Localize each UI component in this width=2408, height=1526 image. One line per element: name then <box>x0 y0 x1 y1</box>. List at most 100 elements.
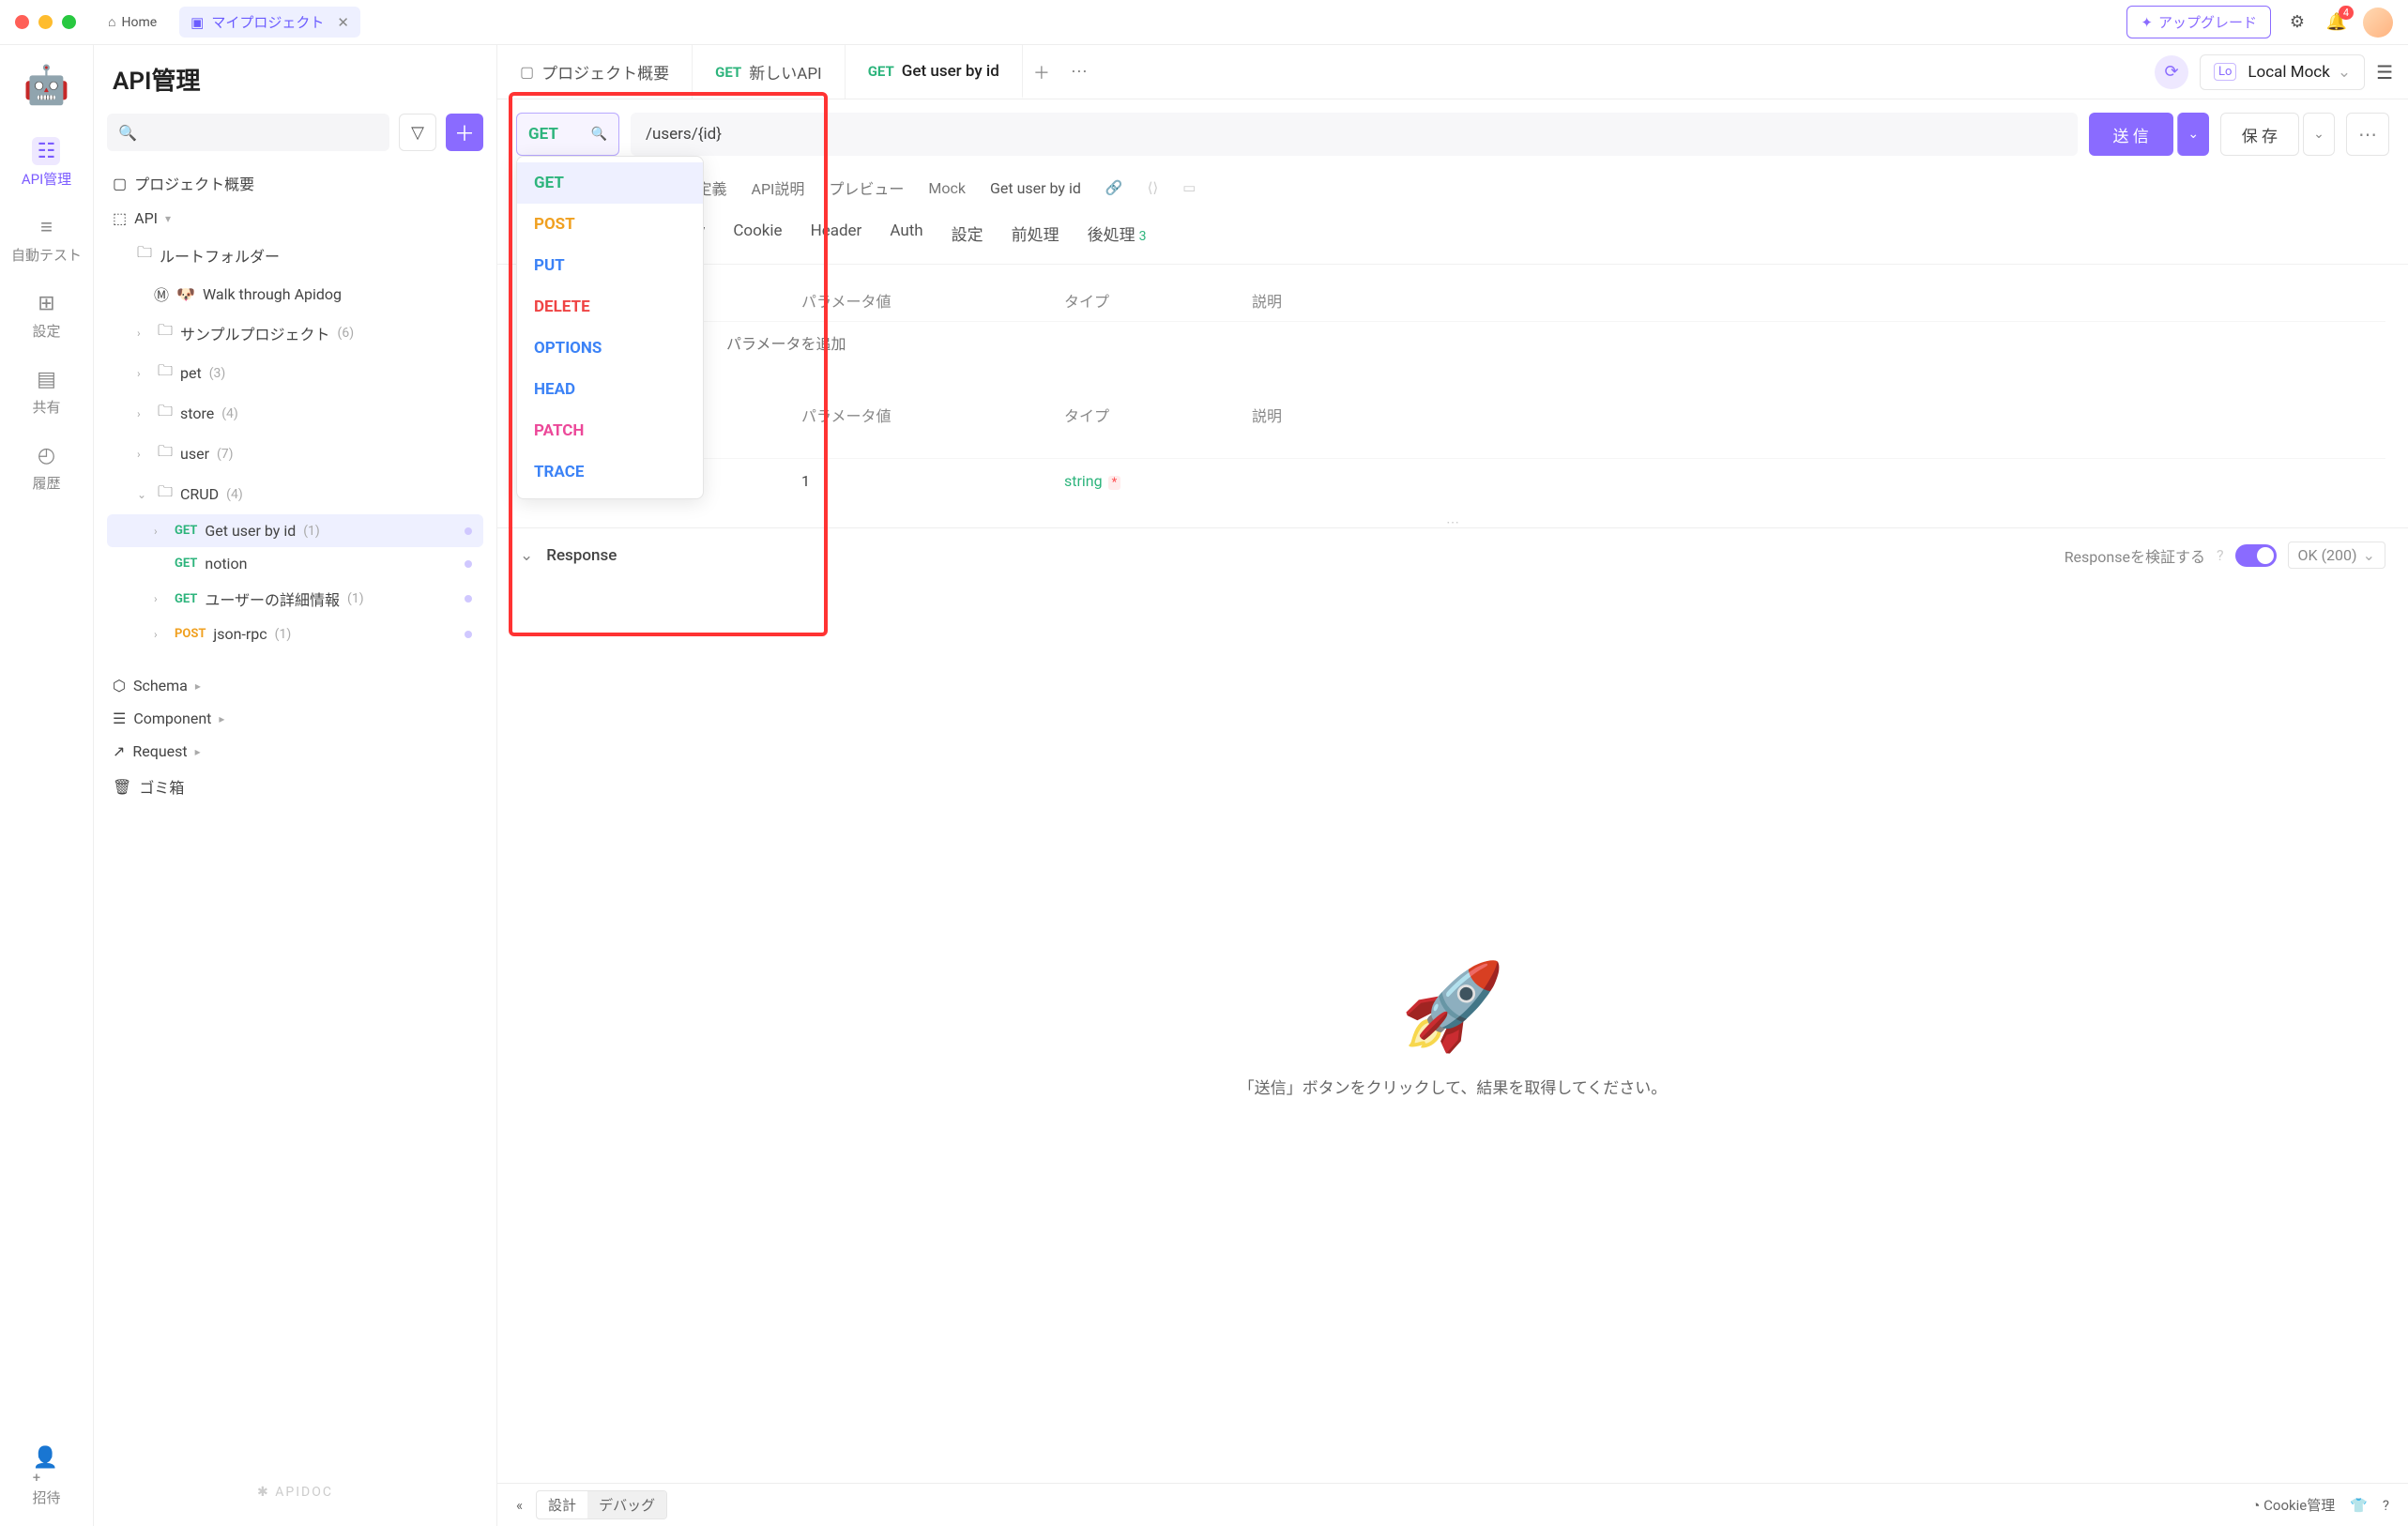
subtab-preview[interactable]: プレビュー <box>829 176 904 199</box>
tree-endpoint[interactable]: ›POSTjson-rpc(1) <box>107 618 483 650</box>
upgrade-button[interactable]: ✦ アップグレード <box>2126 6 2271 38</box>
cookie-icon: ◔ <box>2251 1497 2260 1514</box>
tree-root-folder[interactable]: 🗀ルートフォルダー <box>107 235 483 275</box>
query-add-row[interactable] <box>520 321 2385 366</box>
more-button[interactable]: ⋯ <box>2346 113 2389 156</box>
method-option-trace[interactable]: TRACE <box>517 451 703 493</box>
rail-api[interactable]: ☷API管理 <box>22 137 71 189</box>
cookie-manage-button[interactable]: ◔ Cookie管理 <box>2251 1495 2335 1515</box>
tree-folder[interactable]: ⌄🗀CRUD(4) <box>107 474 483 514</box>
urlbar-row: GET 🔍 /users/{id} 送 信 ⌄ 保 存 ⌄ ⋯ GETPOSTP… <box>497 99 2408 169</box>
add-param-input[interactable] <box>726 335 970 353</box>
close-tab-icon[interactable]: ✕ <box>337 14 349 31</box>
tree-schema[interactable]: ⬡Schema▸ <box>107 669 483 702</box>
tab-overview[interactable]: ▢プロジェクト概要 <box>497 45 693 99</box>
chevron-down-icon[interactable]: ⌄ <box>520 546 533 565</box>
tree-endpoint[interactable]: GETnotion <box>107 547 483 580</box>
tree-request[interactable]: ↗Request▸ <box>107 735 483 768</box>
chevron-down-icon: ⌄ <box>2363 546 2375 564</box>
rail-settings[interactable]: ⊞設定 <box>32 289 60 341</box>
tree-component[interactable]: ☰Component▸ <box>107 702 483 735</box>
tab-new-api[interactable]: GET新しいAPI <box>693 45 846 99</box>
panel-toggle-button[interactable]: ☰ <box>2376 61 2393 84</box>
save-dropdown-button[interactable]: ⌄ <box>2303 113 2335 156</box>
method-option-post[interactable]: POST <box>517 204 703 245</box>
chevron-right-icon: › <box>137 407 150 420</box>
tree-label: Request <box>132 742 187 760</box>
reqtab-post[interactable]: 後処理3 <box>1088 221 1147 254</box>
method-option-patch[interactable]: PATCH <box>517 410 703 451</box>
method-option-delete[interactable]: DELETE <box>517 286 703 328</box>
app-logo: 🤖 <box>24 62 69 107</box>
subtabs: e定義 API説明 プレビュー Mock Get user by id 🔗 ⟨⟩… <box>497 169 2408 212</box>
param-value[interactable]: 1 <box>801 472 1064 490</box>
method-select[interactable]: GET 🔍 <box>516 113 619 156</box>
tree-trash[interactable]: 🗑ゴミ箱 <box>107 768 483 805</box>
collapse-icon[interactable]: « <box>516 1497 523 1514</box>
avatar[interactable] <box>2363 8 2393 38</box>
url-input[interactable]: /users/{id} <box>631 113 2078 156</box>
env-select[interactable]: LoLocal Mock⌄ <box>2200 54 2365 90</box>
home-button[interactable]: ⌂ Home <box>97 8 168 36</box>
notifications-button[interactable]: 🔔 4 <box>2324 9 2350 36</box>
tree-walk[interactable]: Ⓜ🐶Walk through Apidog <box>107 275 483 313</box>
rail-autotest[interactable]: ≡自動テスト <box>11 213 82 265</box>
mode-design[interactable]: 設計 <box>537 1491 587 1518</box>
response-status-select[interactable]: OK (200)⌄ <box>2288 542 2385 569</box>
validate-toggle[interactable] <box>2235 544 2277 567</box>
response-resize-handle[interactable]: ⋯ <box>497 518 2408 527</box>
method-option-get[interactable]: GET <box>517 162 703 204</box>
shirt-icon[interactable]: 👕 <box>2350 1497 2368 1514</box>
tree-folder[interactable]: ›🗀store(4) <box>107 393 483 434</box>
tree-overview[interactable]: ▢プロジェクト概要 <box>107 164 483 202</box>
tree-folder[interactable]: ›🗀user(7) <box>107 434 483 474</box>
link-icon[interactable]: 🔗 <box>1105 179 1123 196</box>
help-icon[interactable]: ? <box>2383 1497 2389 1514</box>
add-tab-button[interactable]: ＋ <box>1023 60 1060 84</box>
reqtab-cookie[interactable]: Cookie <box>733 221 782 254</box>
method-option-options[interactable]: OPTIONS <box>517 328 703 369</box>
save-button[interactable]: 保 存 <box>2220 113 2299 156</box>
project-tab[interactable]: ▣ マイプロジェクト ✕ <box>179 7 360 38</box>
tabs-more-button[interactable]: ⋯ <box>1060 62 1098 82</box>
tree-folder[interactable]: ›🗀サンプルプロジェクト(6) <box>107 313 483 353</box>
path-param-row[interactable]: ✓ id 1 string* <box>520 458 2385 503</box>
tree-label: プロジェクト概要 <box>134 172 254 194</box>
rail-share[interactable]: ▤共有 <box>32 365 60 417</box>
rail-invite[interactable]: 👤⁺招待 <box>32 1456 60 1507</box>
send-dropdown-button[interactable]: ⌄ <box>2177 113 2209 156</box>
tree-count: (1) <box>303 524 320 539</box>
method-option-head[interactable]: HEAD <box>517 369 703 410</box>
reqtab-header[interactable]: Header <box>811 221 862 254</box>
tree-folder[interactable]: ›🗀pet(3) <box>107 353 483 393</box>
rail-history[interactable]: ◴履歴 <box>32 441 60 493</box>
minimize-window-icon[interactable] <box>38 15 53 29</box>
subtab-apidesc[interactable]: API説明 <box>752 176 805 199</box>
code-icon[interactable]: ⟨⟩ <box>1148 179 1159 196</box>
tree-api-root[interactable]: ⬚API▾ <box>107 202 483 235</box>
search-input[interactable]: 🔍 <box>107 114 389 151</box>
env-refresh-button[interactable]: ⟳ <box>2155 55 2188 89</box>
reqtab-pre[interactable]: 前処理 <box>1012 221 1059 254</box>
filter-button[interactable]: ▽ <box>399 114 436 151</box>
close-window-icon[interactable] <box>15 15 29 29</box>
reqtab-settings[interactable]: 設定 <box>952 221 983 254</box>
settings-button[interactable]: ⚙ <box>2284 9 2310 36</box>
request-tabs: ody Cookie Header Auth 設定 前処理 後処理3 <box>497 212 2408 265</box>
send-button[interactable]: 送 信 <box>2089 113 2173 156</box>
method-option-put[interactable]: PUT <box>517 245 703 286</box>
tab-get-user[interactable]: GETGet user by id <box>846 45 1023 99</box>
maximize-window-icon[interactable] <box>62 15 76 29</box>
subtab-mock[interactable]: Mock <box>928 179 966 197</box>
add-button[interactable]: ＋ <box>446 114 483 151</box>
rail-label: 設定 <box>32 321 60 341</box>
tree-endpoint[interactable]: ›GETGet user by id(1) <box>107 514 483 547</box>
doc-icon[interactable]: ▭ <box>1182 179 1196 196</box>
layers-icon: ☰ <box>113 710 126 727</box>
rail-label: 自動テスト <box>11 245 82 265</box>
send-label: 送 信 <box>2113 123 2149 146</box>
help-icon[interactable]: ? <box>2217 546 2224 564</box>
reqtab-auth[interactable]: Auth <box>890 221 922 254</box>
mode-debug[interactable]: デバッグ <box>587 1491 666 1518</box>
tree-endpoint[interactable]: ›GETユーザーの詳細情報(1) <box>107 580 483 618</box>
